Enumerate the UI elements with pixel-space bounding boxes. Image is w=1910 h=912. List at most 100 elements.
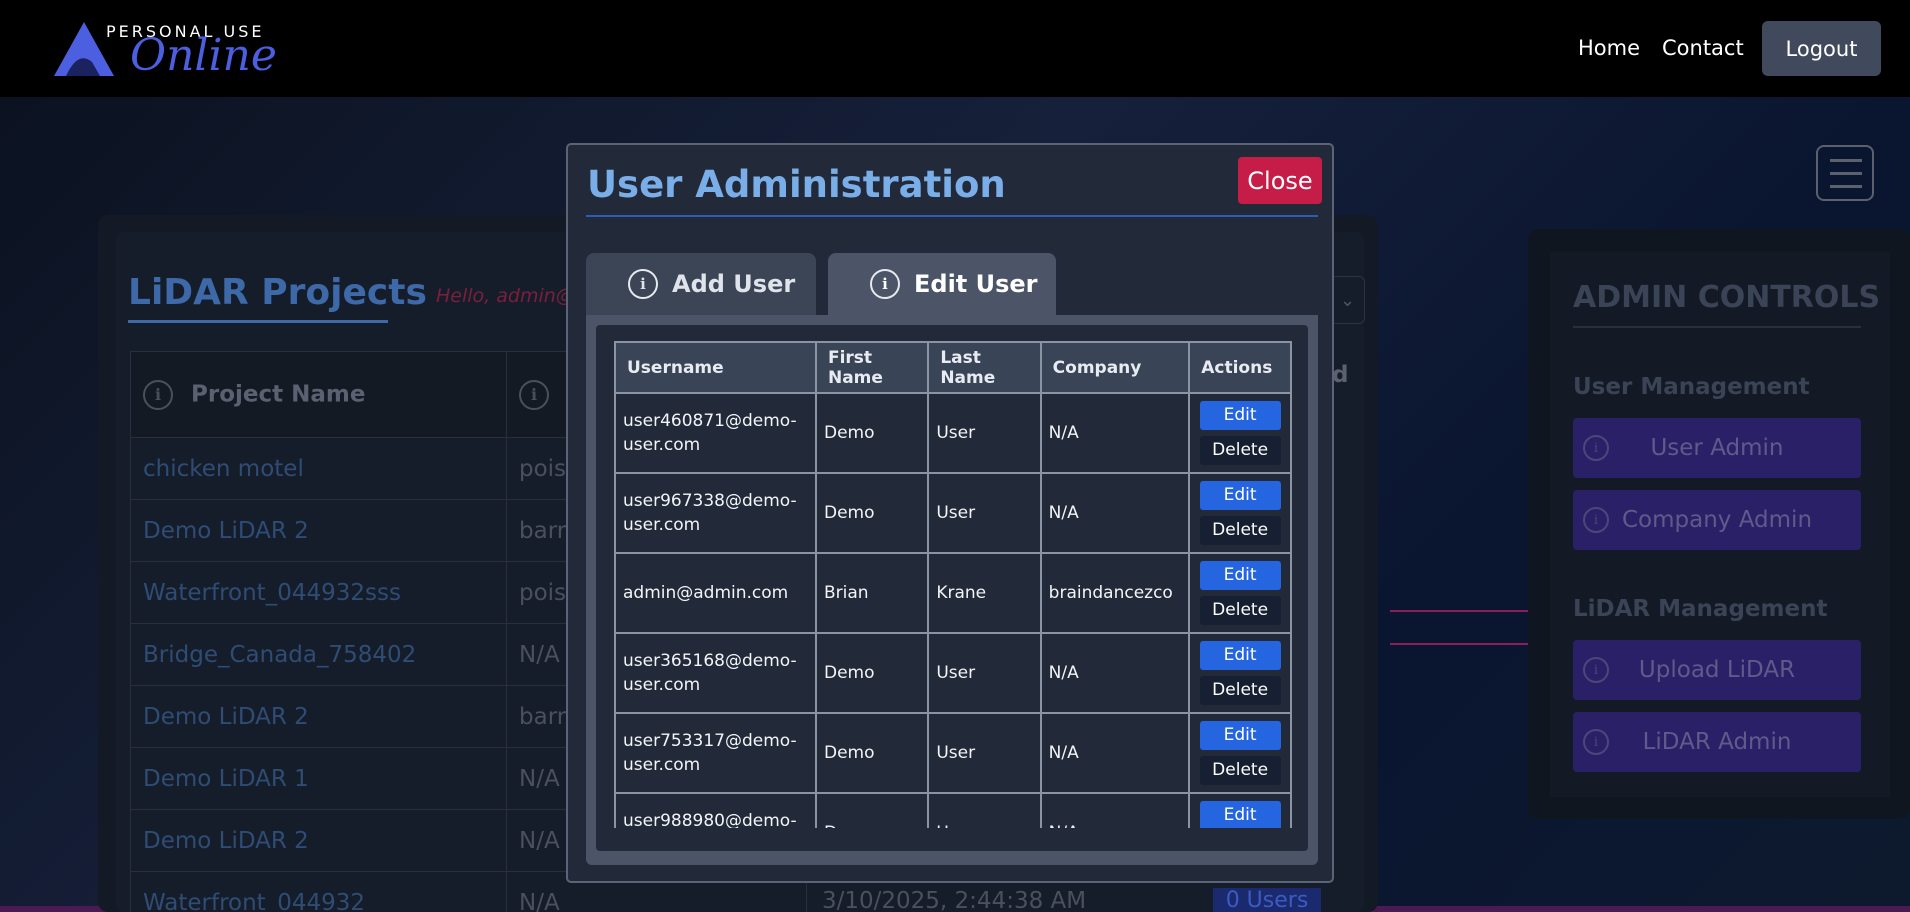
- info-icon[interactable]: i: [1583, 729, 1609, 755]
- decor-line: [1390, 610, 1550, 612]
- last-name-cell: User: [927, 632, 1042, 714]
- info-icon[interactable]: i: [519, 379, 549, 410]
- button-label: Company Admin: [1621, 507, 1813, 533]
- project-name-link[interactable]: Demo LiDAR 2: [130, 499, 507, 562]
- project-name-link[interactable]: Waterfront_044932sss: [130, 561, 507, 624]
- edit-user-button[interactable]: Edit: [1199, 641, 1281, 670]
- first-name-cell: Demo: [814, 472, 930, 554]
- nav-home-link[interactable]: Home: [1578, 36, 1640, 60]
- divider: [1573, 326, 1861, 328]
- delete-user-button[interactable]: Delete: [1199, 596, 1281, 625]
- project-name-link[interactable]: Demo LiDAR 2: [130, 809, 507, 872]
- column-header: First Name: [814, 341, 930, 394]
- delete-user-button[interactable]: Delete: [1199, 756, 1281, 785]
- first-name-cell: Demo: [814, 712, 930, 794]
- delete-user-button[interactable]: Delete: [1199, 516, 1281, 545]
- tab-label: Add User: [672, 270, 796, 298]
- users-badge[interactable]: 0 Users: [1213, 888, 1321, 912]
- project-name-link[interactable]: Demo LiDAR 1: [130, 747, 507, 810]
- project-name-link[interactable]: Bridge_Canada_758402: [130, 623, 507, 686]
- username-cell: user365168@demo-user.com: [614, 632, 817, 714]
- lidar-management-heading: LiDAR Management: [1573, 596, 1828, 622]
- hamburger-menu-icon[interactable]: [1816, 145, 1874, 201]
- button-label: LiDAR Admin: [1642, 729, 1792, 755]
- company-cell: N/A: [1039, 712, 1191, 794]
- title-underline: [128, 320, 388, 323]
- tab-add-user[interactable]: i Add User: [586, 253, 816, 315]
- actions-cell: Edit Delete: [1188, 632, 1292, 714]
- info-icon[interactable]: i: [1583, 435, 1609, 461]
- last-name-cell: User: [927, 392, 1042, 474]
- lidar-admin-button[interactable]: i LiDAR Admin: [1573, 712, 1861, 772]
- first-name-cell: Brian: [814, 552, 930, 634]
- upload-lidar-button[interactable]: i Upload LiDAR: [1573, 640, 1861, 700]
- last-name-cell: User: [927, 792, 1042, 828]
- user-management-heading: User Management: [1573, 374, 1810, 400]
- info-icon: i: [870, 269, 900, 299]
- tab-edit-user[interactable]: i Edit User: [828, 253, 1056, 315]
- logout-button[interactable]: Logout: [1762, 21, 1881, 76]
- project-name-link[interactable]: Demo LiDAR 2: [130, 685, 507, 748]
- nav-contact-link[interactable]: Contact: [1662, 36, 1744, 60]
- table-row: user988980@demo-user.comDemoUserN/AEditD…: [614, 792, 1292, 828]
- info-icon[interactable]: i: [1583, 507, 1609, 533]
- delete-user-button[interactable]: Delete: [1199, 676, 1281, 705]
- username-cell: user753317@demo-user.com: [614, 712, 817, 794]
- users-table: Username First Name Last Name Company Action…: [614, 341, 1292, 828]
- company-cell: N/A: [1039, 472, 1191, 554]
- actions-cell: Edit Delete: [1188, 392, 1292, 474]
- users-table-scroll[interactable]: Username First Name Last Name Company Action…: [614, 341, 1292, 828]
- admin-title: ADMIN CONTROLS: [1573, 280, 1881, 315]
- table-row: user460871@demo-user.com Demo User N/A Edit D…: [614, 392, 1292, 474]
- company-cell: N/A: [1039, 792, 1191, 828]
- actions-cell: Edit Delete: [1188, 552, 1292, 634]
- divider: [586, 215, 1318, 217]
- info-icon[interactable]: i: [143, 379, 173, 410]
- last-name-cell: User: [927, 712, 1042, 794]
- project-name-link[interactable]: chicken motel: [130, 437, 507, 500]
- user-admin-modal: User Administration Close i Add User i E…: [566, 143, 1334, 883]
- company-cell: N/A: [1039, 632, 1191, 714]
- edit-user-button[interactable]: Edit: [1199, 401, 1281, 430]
- last-name-cell: User: [927, 472, 1042, 554]
- logo-wordmark: Online: [130, 30, 277, 81]
- chevron-down-icon[interactable]: ⌄: [1330, 276, 1365, 324]
- column-header-partial: d: [1332, 362, 1349, 388]
- close-button[interactable]: Close: [1238, 157, 1322, 204]
- page-title: LiDAR Projects: [128, 272, 427, 313]
- first-name-cell: Demo: [814, 392, 930, 474]
- username-cell: user460871@demo-user.com: [614, 392, 817, 474]
- edit-user-button[interactable]: Edit: [1199, 721, 1281, 750]
- edit-user-button[interactable]: Edit: [1199, 561, 1281, 590]
- project-name-link[interactable]: Waterfront_044932: [130, 871, 507, 912]
- username-cell: user967338@demo-user.com: [614, 472, 817, 554]
- column-header-project[interactable]: i Project Name: [130, 351, 507, 438]
- company-cell: braindancezco: [1039, 552, 1191, 634]
- user-admin-button[interactable]: i User Admin: [1573, 418, 1861, 478]
- modal-title: User Administration: [587, 163, 1006, 206]
- column-header: Company: [1039, 341, 1191, 394]
- users-table-container[interactable]: Username First Name Last Name Company Action…: [596, 325, 1308, 851]
- actions-cell: Edit Delete: [1188, 712, 1292, 794]
- actions-cell: EditDelete: [1188, 792, 1292, 828]
- table-row: user365168@demo-user.com Demo User N/A Edit D…: [614, 632, 1292, 714]
- greeting-text: Hello, admin@: [436, 285, 575, 307]
- company-admin-button[interactable]: i Company Admin: [1573, 490, 1861, 550]
- column-header: Actions: [1188, 341, 1292, 394]
- edit-user-button[interactable]: Edit: [1199, 481, 1281, 510]
- column-label: Project Name: [191, 381, 366, 407]
- column-header: Username: [614, 341, 817, 394]
- button-label: User Admin: [1650, 435, 1784, 461]
- username-cell: user988980@demo-user.com: [614, 792, 817, 828]
- edit-user-button[interactable]: Edit: [1199, 801, 1281, 828]
- delete-user-button[interactable]: Delete: [1199, 436, 1281, 465]
- decor-line: [1390, 643, 1550, 645]
- info-icon[interactable]: i: [1583, 657, 1609, 683]
- actions-cell: Edit Delete: [1188, 472, 1292, 554]
- last-name-cell: Krane: [927, 552, 1042, 634]
- first-name-cell: Demo: [814, 632, 930, 714]
- first-name-cell: Demo: [814, 792, 930, 828]
- column-header: Last Name: [927, 341, 1042, 394]
- button-label: Upload LiDAR: [1638, 657, 1796, 683]
- tab-label: Edit User: [914, 270, 1038, 298]
